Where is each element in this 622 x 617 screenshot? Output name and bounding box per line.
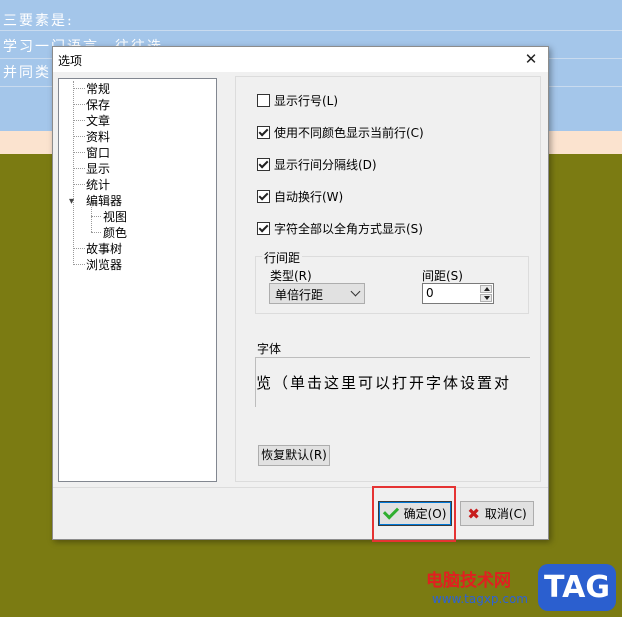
checkbox-box[interactable] [257,221,270,235]
tree-line [73,248,85,249]
checkbox-full-width[interactable]: 字符全部以全角方式显示(S) [257,220,423,236]
arrow-up-icon [484,287,490,291]
ruled-line [0,30,622,31]
spin-up-button[interactable] [480,285,492,293]
tree-line [73,152,85,153]
arrow-down-icon [484,296,490,300]
tree-item-color[interactable]: 颜色 [103,226,127,240]
spacing-type-value: 单倍行距 [275,288,324,302]
checkbox-box[interactable] [257,189,270,203]
tree-line [91,207,92,232]
tree-item-story-tree[interactable]: 故事树 [86,242,122,256]
tree-item-article[interactable]: 文章 [86,114,110,128]
checkbox-label: 字符全部以全角方式显示(S) [274,221,423,236]
tree-line [73,168,85,169]
close-icon[interactable]: ✕ [520,49,542,69]
tree-item-general[interactable]: 常规 [86,82,110,96]
spacing-gap-label: 间距(S) [422,269,463,283]
cancel-button[interactable]: ✖ 取消(C) [460,501,534,526]
checkbox-label: 显示行间分隔线(D) [274,157,377,172]
chevron-down-icon[interactable] [350,286,361,297]
tree-line [73,264,85,265]
tree-item-save[interactable]: 保存 [86,98,110,112]
spacing-type-select[interactable]: 单倍行距 [269,283,365,304]
checkbox-box[interactable] [257,157,270,171]
tree-line [73,81,74,265]
tree-line [91,232,101,233]
checkbox-word-wrap[interactable]: 自动换行(W) [257,188,343,204]
cancel-label: 取消(C) [484,507,527,521]
tree-line [73,184,85,185]
editor-line: 三要素是: [3,13,74,29]
tree-line [73,104,85,105]
options-dialog: 选项 ✕ ▾ 常规 保存 文章 资料 窗口 显示 统计 编辑器 视图 颜色 故事… [52,46,549,540]
checkbox-show-line-numbers[interactable]: 显示行号(L) [257,92,338,108]
tree-item-window[interactable]: 窗口 [86,146,110,160]
divider [53,487,548,488]
dialog-titlebar[interactable]: 选项 ✕ [53,47,548,72]
tree-line [91,216,101,217]
tree-line [73,88,85,89]
line-spacing-group: 行间距 类型(R) 单倍行距 间距(S) 0 [255,249,529,314]
spacing-gap-stepper[interactable]: 0 [422,283,494,304]
tree-line [73,136,85,137]
spacing-gap-value[interactable]: 0 [426,286,434,300]
close-icon: ✖ [467,504,480,523]
font-preview[interactable]: 览（单击这里可以打开字体设置对 [255,357,530,407]
checkbox-box[interactable] [257,93,270,107]
tree-item-browser[interactable]: 浏览器 [86,258,122,272]
checkbox-label: 使用不同颜色显示当前行(C) [274,125,424,140]
chevron-down-icon[interactable]: ▾ [69,197,74,207]
checkbox-line-separators[interactable]: 显示行间分隔线(D) [257,156,377,172]
tree-item-display[interactable]: 显示 [86,162,110,176]
tree-item-editor[interactable]: 编辑器 [86,194,122,208]
font-preview-text: 览（单击这里可以打开字体设置对 [256,374,512,392]
tree-line [73,120,85,121]
spin-down-button[interactable] [480,294,492,302]
watermark-site-name: 电脑技术网 [426,571,511,591]
tree-item-material[interactable]: 资料 [86,130,110,144]
spacing-type-label: 类型(R) [270,269,312,283]
spin-buttons [480,285,492,302]
checkbox-highlight-current-line[interactable]: 使用不同颜色显示当前行(C) [257,124,424,140]
checkbox-label: 显示行号(L) [274,93,339,108]
tree-item-stats[interactable]: 统计 [86,178,110,192]
font-label: 字体 [257,342,282,356]
watermark-tag-logo: TAG [538,564,616,611]
editor-line: 并同类 [3,65,51,81]
reset-defaults-button[interactable]: 恢复默认(R) [258,445,330,466]
line-spacing-legend: 行间距 [262,249,303,266]
options-tree[interactable]: ▾ 常规 保存 文章 资料 窗口 显示 统计 编辑器 视图 颜色 故事树 浏览器 [58,78,217,482]
dialog-title: 选项 [58,54,83,68]
settings-panel: 显示行号(L) 使用不同颜色显示当前行(C) 显示行间分隔线(D) 自动换行(W… [235,76,541,482]
watermark-url: www.tagxp.com [432,592,528,606]
checkbox-box[interactable] [257,125,270,139]
highlight-box [372,486,456,542]
checkbox-label: 自动换行(W) [274,189,344,204]
tree-item-view[interactable]: 视图 [103,210,127,224]
